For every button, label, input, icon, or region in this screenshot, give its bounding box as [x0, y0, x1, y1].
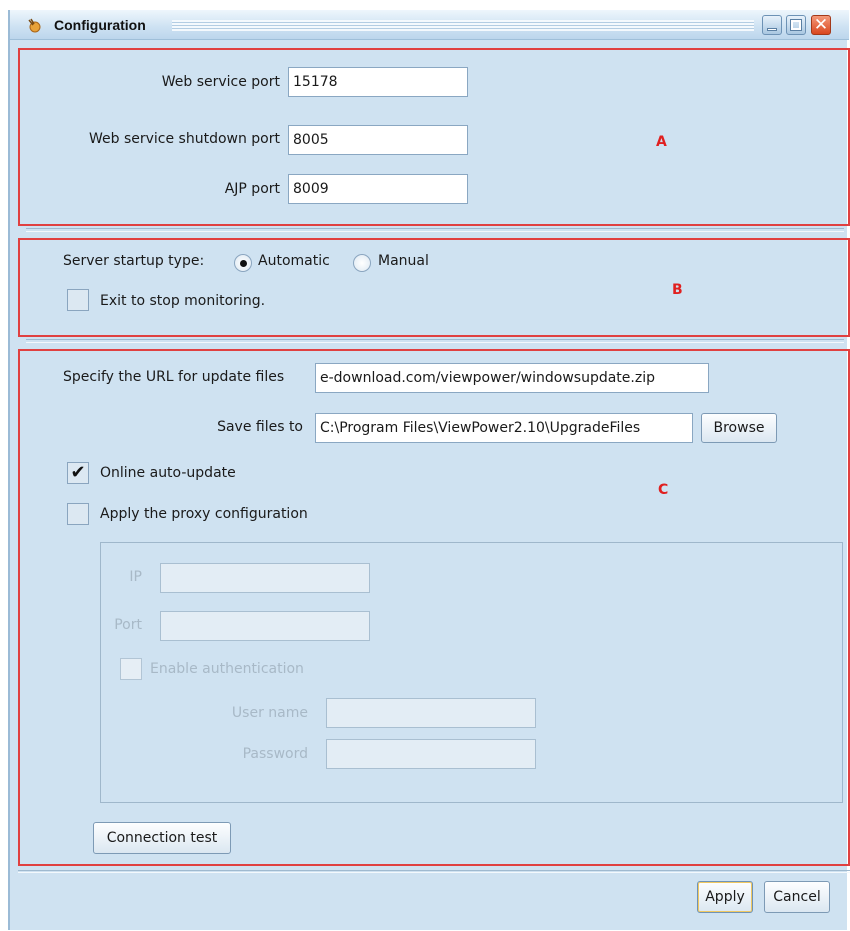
- radio-selected-dot: [240, 260, 247, 267]
- apply-proxy-label[interactable]: Apply the proxy configuration: [100, 506, 308, 522]
- minimize-icon: [767, 28, 777, 31]
- app-icon: [28, 18, 41, 33]
- web-service-port-input[interactable]: 15178: [288, 67, 468, 97]
- apply-button[interactable]: Apply: [697, 881, 753, 913]
- startup-type-label: Server startup type:: [63, 253, 205, 269]
- checkmark-icon: ✔: [70, 462, 86, 483]
- proxy-port-input[interactable]: [160, 611, 370, 641]
- online-auto-update-label[interactable]: Online auto-update: [100, 465, 236, 481]
- close-icon: ✕: [813, 15, 829, 35]
- exit-stop-monitoring-checkbox[interactable]: [67, 289, 89, 311]
- window-title: Configuration: [54, 17, 146, 33]
- cancel-button[interactable]: Cancel: [764, 881, 830, 913]
- apply-proxy-checkbox[interactable]: [67, 503, 89, 525]
- password-input[interactable]: [326, 739, 536, 769]
- title-bar-decoration: [172, 20, 754, 31]
- enable-authentication-checkbox[interactable]: [120, 658, 142, 680]
- separator: [26, 228, 844, 232]
- maximize-button[interactable]: [786, 15, 806, 35]
- web-service-port-label: Web service port: [161, 74, 280, 90]
- title-bar[interactable]: Configuration ✕: [10, 10, 849, 40]
- ajp-port-input[interactable]: 8009: [288, 174, 468, 204]
- ajp-port-label: AJP port: [224, 181, 280, 197]
- username-label: User name: [231, 705, 308, 721]
- password-label: Password: [242, 746, 308, 762]
- proxy-ip-input[interactable]: [160, 563, 370, 593]
- update-url-label: Specify the URL for update files: [63, 369, 285, 385]
- manual-label[interactable]: Manual: [378, 253, 429, 269]
- section-c-marker: C: [658, 482, 669, 498]
- automatic-label[interactable]: Automatic: [258, 253, 330, 269]
- exit-stop-monitoring-label[interactable]: Exit to stop monitoring.: [100, 293, 265, 309]
- browse-button-label: Browse: [713, 420, 765, 436]
- configuration-window: Configuration ✕ Web service port 15178 W…: [8, 10, 850, 930]
- section-a-marker: A: [656, 134, 667, 150]
- online-auto-update-checkbox[interactable]: ✔: [67, 462, 89, 484]
- username-input[interactable]: [326, 698, 536, 728]
- automatic-radio[interactable]: [234, 254, 252, 272]
- footer-separator: [18, 870, 850, 873]
- section-b-marker: B: [672, 282, 683, 298]
- shutdown-port-label: Web service shutdown port: [88, 131, 280, 147]
- update-url-input[interactable]: e-download.com/viewpower/windowsupdate.z…: [315, 363, 709, 393]
- close-button[interactable]: ✕: [811, 15, 831, 35]
- manual-radio[interactable]: [353, 254, 371, 272]
- proxy-port-label: Port: [114, 617, 142, 633]
- save-files-label: Save files to: [217, 419, 303, 435]
- minimize-button[interactable]: [762, 15, 782, 35]
- shutdown-port-input[interactable]: 8005: [288, 125, 468, 155]
- proxy-ip-label: IP: [129, 569, 142, 585]
- maximize-icon: [790, 19, 802, 31]
- separator: [26, 339, 844, 343]
- connection-test-button[interactable]: Connection test: [93, 822, 231, 854]
- browse-button[interactable]: Browse: [701, 413, 777, 443]
- enable-authentication-label[interactable]: Enable authentication: [150, 661, 304, 677]
- save-files-input[interactable]: C:\Program Files\ViewPower2.10\UpgradeFi…: [315, 413, 693, 443]
